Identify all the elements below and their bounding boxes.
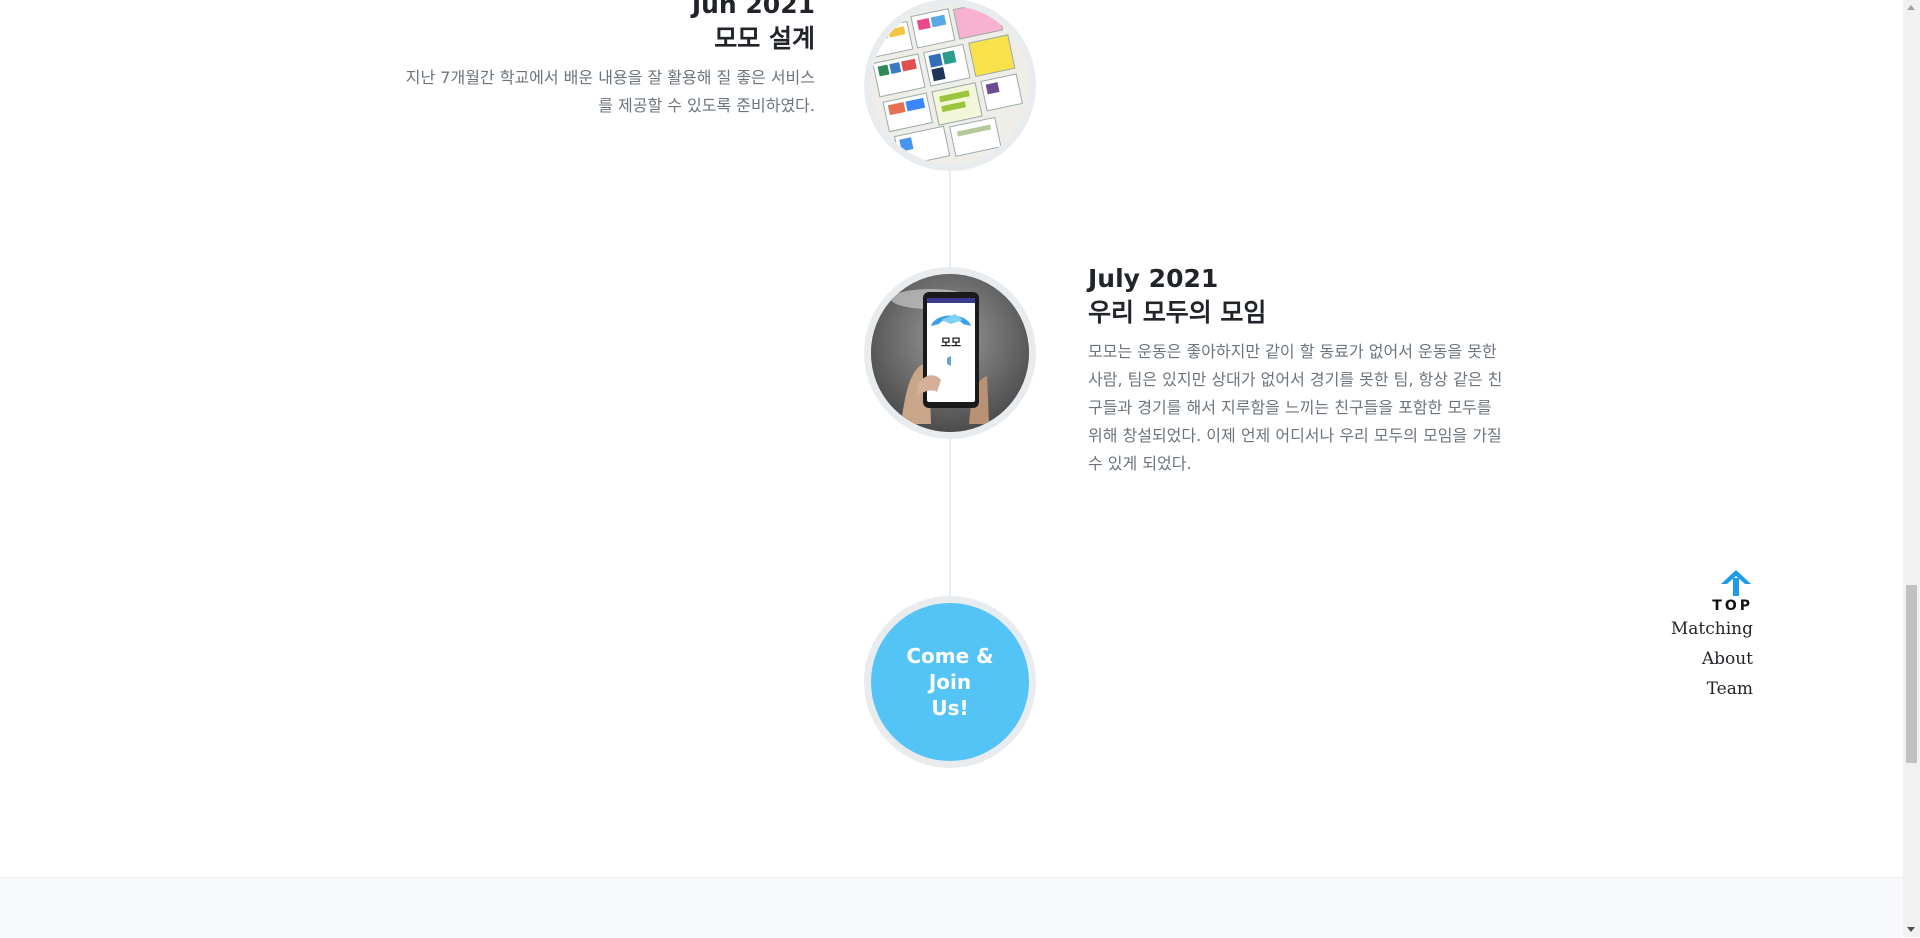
wireframe-sketch-image <box>871 6 1029 164</box>
arrow-up-icon <box>1721 570 1751 596</box>
join-line: Come & <box>906 644 994 668</box>
vertical-scrollbar[interactable] <box>1903 0 1920 937</box>
nav-link-matching[interactable]: Matching <box>1671 614 1753 644</box>
timeline-description: 지난 7개월간 학교에서 배운 내용을 잘 활용해 질 좋은 서비스를 제공할 … <box>405 68 815 115</box>
nav-link-team[interactable]: Team <box>1671 674 1753 704</box>
timeline-image-phone: 모모 <box>864 267 1036 439</box>
floating-nav: TOP Matching About Team <box>1671 568 1753 704</box>
top-label: TOP <box>1712 598 1753 614</box>
footer-section <box>0 877 1903 938</box>
timeline-line <box>949 430 951 600</box>
phone-app-name: 모모 <box>941 336 961 349</box>
nav-link-about[interactable]: About <box>1671 644 1753 674</box>
phone-in-hand-image: 모모 <box>871 274 1029 432</box>
join-line: Join <box>928 670 972 694</box>
timeline-title: 모모 설계 <box>714 24 815 53</box>
timeline-title: 우리 모두의 모임 <box>1088 298 1267 327</box>
page: Jun 2021 모모 설계 지난 7개월간 학교에서 배운 내용을 잘 활용해… <box>0 0 1903 938</box>
join-us-text: Come & Join Us! <box>905 643 995 721</box>
timeline-description: 모모는 운동은 좋아하지만 같이 할 동료가 없어서 운동을 못한 사람, 팀은… <box>1088 342 1503 473</box>
scroll-up-arrow-icon[interactable] <box>1907 5 1915 10</box>
join-us-circle: Come & Join Us! <box>864 596 1036 768</box>
timeline-entry-2: July 2021 우리 모두의 모임 모모는 운동은 좋아하지만 같이 할 동… <box>1088 262 1508 478</box>
timeline-date: July 2021 <box>1088 264 1219 293</box>
timeline-entry-1: Jun 2021 모모 설계 지난 7개월간 학교에서 배운 내용을 잘 활용해… <box>395 0 815 120</box>
scrollbar-thumb[interactable] <box>1906 585 1917 763</box>
timeline-date: Jun 2021 <box>691 0 815 19</box>
join-line: Us! <box>931 696 969 720</box>
timeline-image-wireframes <box>864 0 1036 171</box>
scroll-top-button[interactable]: TOP <box>1671 568 1753 614</box>
scroll-down-arrow-icon[interactable] <box>1907 927 1915 932</box>
